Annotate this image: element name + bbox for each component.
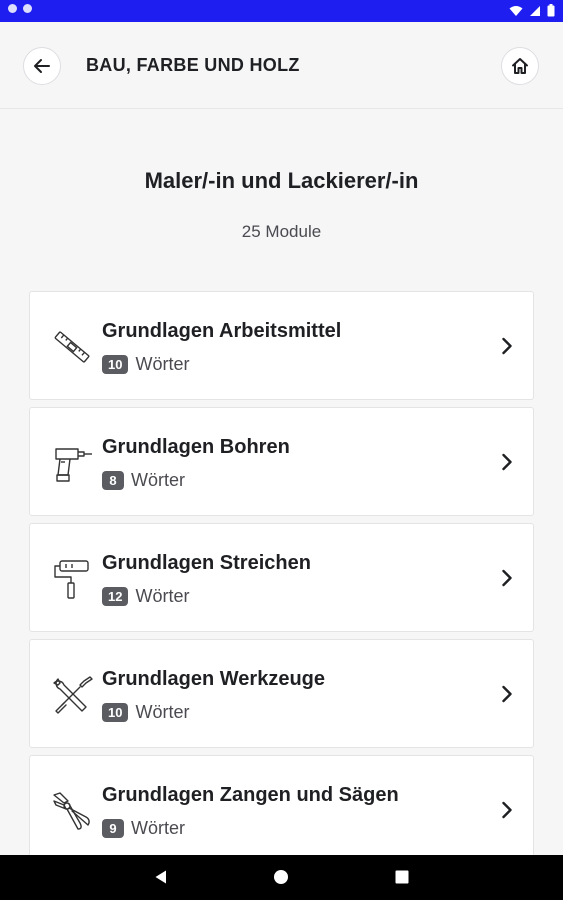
word-label: Wörter	[131, 470, 185, 490]
chevron-right-icon	[502, 453, 512, 471]
status-notification-icon	[8, 4, 17, 13]
module-count: 25 Module	[241, 222, 322, 241]
home-icon	[512, 58, 528, 74]
module-title: Grundlagen Arbeitsmittel	[102, 320, 342, 342]
status-bar	[0, 0, 563, 22]
word-label: Wörter	[135, 702, 190, 722]
pliers-icon	[53, 792, 90, 830]
module-card-zangen-saegen[interactable]: Grundlagen Zangen und Sägen 9 Wörter	[29, 755, 534, 864]
word-count-badge: 10	[102, 355, 129, 374]
word-count-badge: 9	[102, 819, 124, 838]
header-title: BAU, FARBE UND HOLZ	[86, 55, 300, 75]
drill-icon	[55, 448, 92, 482]
battery-icon	[547, 4, 555, 17]
word-label: Wörter	[131, 818, 185, 838]
system-nav-bar	[0, 855, 563, 900]
chevron-right-icon	[502, 685, 512, 703]
word-count-badge: 12	[102, 587, 129, 606]
spirit-level-icon	[54, 331, 90, 363]
app-header: BAU, FARBE UND HOLZ	[0, 22, 563, 109]
wifi-icon	[509, 5, 523, 16]
chevron-right-icon	[502, 569, 512, 587]
signal-icon	[530, 5, 540, 16]
module-card-bohren[interactable]: Grundlagen Bohren 8 Wörter	[29, 407, 534, 516]
word-count-badge: 10	[102, 703, 129, 722]
back-button[interactable]	[23, 47, 61, 85]
home-button[interactable]	[501, 47, 539, 85]
module-title: Grundlagen Bohren	[102, 436, 290, 458]
word-label: Wörter	[135, 586, 190, 606]
wrench-screwdriver-icon	[53, 676, 93, 714]
module-title: Grundlagen Zangen und Sägen	[102, 784, 399, 806]
page-title: Maler/-in und Lackierer/-in	[144, 168, 419, 193]
paint-roller-icon	[54, 560, 89, 599]
status-sync-icon	[23, 4, 32, 13]
arrow-left-icon	[34, 59, 50, 73]
word-label: Wörter	[135, 354, 190, 374]
module-card-arbeitsmittel[interactable]: Grundlagen Arbeitsmittel 10 Wörter	[29, 291, 534, 400]
module-title: Grundlagen Streichen	[102, 552, 311, 574]
chevron-right-icon	[502, 337, 512, 355]
nav-recents-icon[interactable]	[394, 869, 410, 885]
module-card-werkzeuge[interactable]: Grundlagen Werkzeuge 10 Wörter	[29, 639, 534, 748]
nav-back-icon[interactable]	[153, 869, 169, 885]
chevron-right-icon	[502, 801, 512, 819]
nav-home-icon[interactable]	[273, 869, 289, 885]
module-list: Grundlagen Arbeitsmittel 10 Wörter Grund…	[29, 291, 534, 871]
module-title: Grundlagen Werkzeuge	[102, 668, 326, 690]
word-count-badge: 8	[102, 471, 124, 490]
module-card-streichen[interactable]: Grundlagen Streichen 12 Wörter	[29, 523, 534, 632]
